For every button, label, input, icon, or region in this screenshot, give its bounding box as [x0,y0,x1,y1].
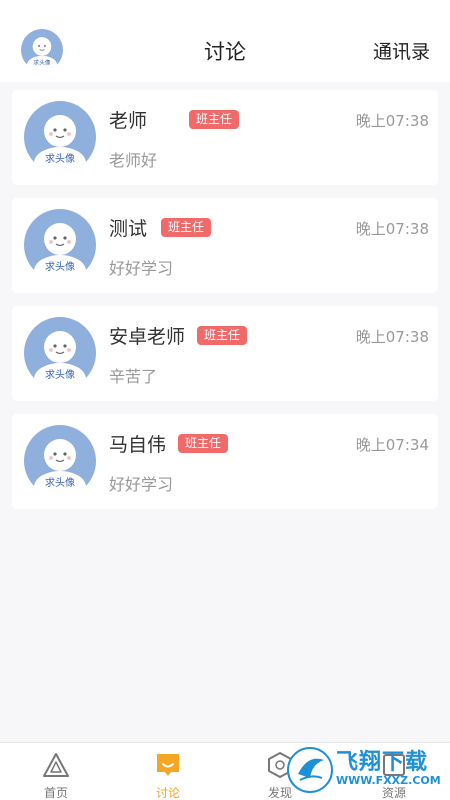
avatar: 求头像 [24,425,96,497]
watermark: 飞翔下载 WWW.FXXZ.COM [286,742,446,798]
role-badge: 班主任 [189,110,240,129]
last-message: 辛苦了 [109,367,158,386]
contacts-button[interactable]: 通讯录 [373,37,430,64]
avatar: 求头像 [24,101,96,173]
last-message: 好好学习 [109,475,174,494]
timestamp: 晚上07:34 [355,436,429,454]
watermark-text: 飞翔下载 [336,750,429,775]
watermark-logo-icon [287,747,333,793]
chat-item[interactable]: 求头像 马自伟 班主任 晚上07:34 好好学习 [12,414,438,509]
top-bar: 求头像 讨论 通讯录 [0,0,450,82]
tab-label: 首页 [43,786,68,800]
contact-name: 马自伟 [109,434,167,456]
timestamp: 晚上07:38 [355,220,429,238]
avatar: 求头像 [24,209,96,281]
avatar-caption: 求头像 [45,477,75,489]
chat-item[interactable]: 求头像 安卓老师 班主任 晚上07:38 辛苦了 [12,306,438,401]
role-badge: 班主任 [197,326,248,345]
name-row: 马自伟 班主任 [109,430,229,457]
last-message: 好好学习 [109,259,174,278]
chat-bubble-icon [157,754,179,776]
avatar-caption: 求头像 [45,261,75,273]
tab-home[interactable]: 首页 [0,743,112,800]
timestamp: 晚上07:38 [355,328,429,346]
chat-item[interactable]: 求头像 测试 班主任 晚上07:38 好好学习 [12,198,438,293]
avatar: 求头像 [24,317,96,389]
watermark-url: WWW.FXXZ.COM [336,774,441,787]
name-row: 测试 班主任 [109,214,212,241]
contact-name: 安卓老师 [109,326,186,348]
tab-label: 讨论 [155,786,180,800]
avatar-caption: 求头像 [45,369,75,381]
name-row: 老师 班主任 [109,106,240,133]
avatar-caption: 求头像 [45,153,75,165]
last-message: 老师好 [109,151,158,170]
contact-name: 测试 [109,218,148,240]
role-badge: 班主任 [161,218,212,237]
role-badge: 班主任 [178,434,229,453]
chat-list: 求头像 老师 班主任 晚上07:38 老师好 求头像 测试 班主任 晚上07:3… [12,90,438,522]
name-row: 安卓老师 班主任 [109,322,248,349]
tab-discussion[interactable]: 讨论 [112,743,224,800]
timestamp: 晚上07:38 [355,112,429,130]
contact-name: 老师 [109,110,148,132]
triangle-icon [43,753,69,777]
chat-item[interactable]: 求头像 老师 班主任 晚上07:38 老师好 [12,90,438,185]
